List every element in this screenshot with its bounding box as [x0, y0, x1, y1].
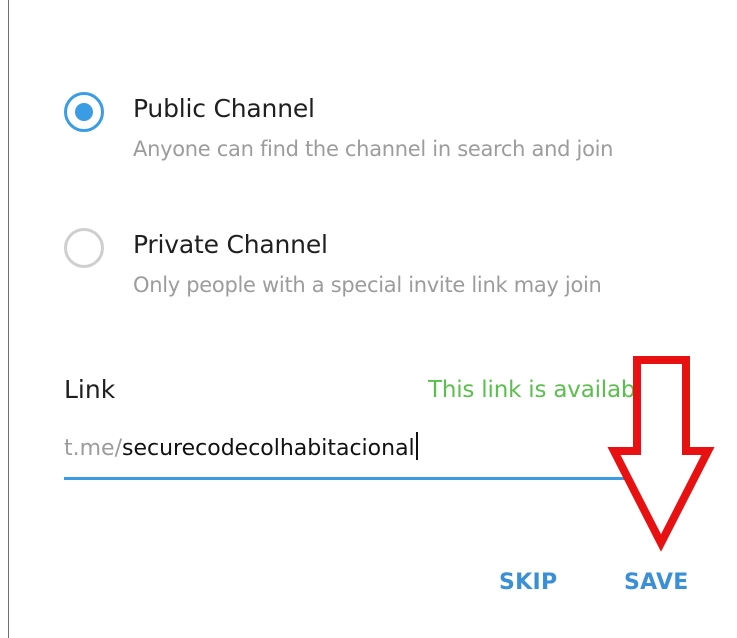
text-caret: [415, 432, 418, 460]
link-availability-status: This link is available: [428, 377, 656, 403]
link-input-underline: [64, 477, 662, 480]
down-arrow-annotation: [607, 356, 715, 552]
save-button[interactable]: SAVE: [624, 570, 689, 595]
skip-button[interactable]: SKIP: [499, 570, 557, 595]
private-channel-title[interactable]: Private Channel: [133, 230, 328, 259]
public-channel-title[interactable]: Public Channel: [133, 94, 315, 123]
link-input[interactable]: t.me/securecodecolhabitacional: [64, 432, 664, 480]
public-channel-radio[interactable]: [64, 92, 104, 132]
private-channel-radio[interactable]: [64, 228, 104, 268]
link-prefix: t.me/: [64, 436, 122, 461]
radio-dot: [75, 103, 93, 121]
window-border: [8, 0, 9, 638]
link-label: Link: [64, 375, 116, 404]
public-channel-description: Anyone can find the channel in search an…: [133, 137, 614, 161]
private-channel-description: Only people with a special invite link m…: [133, 273, 602, 297]
link-value[interactable]: securecodecolhabitacional: [122, 436, 415, 461]
